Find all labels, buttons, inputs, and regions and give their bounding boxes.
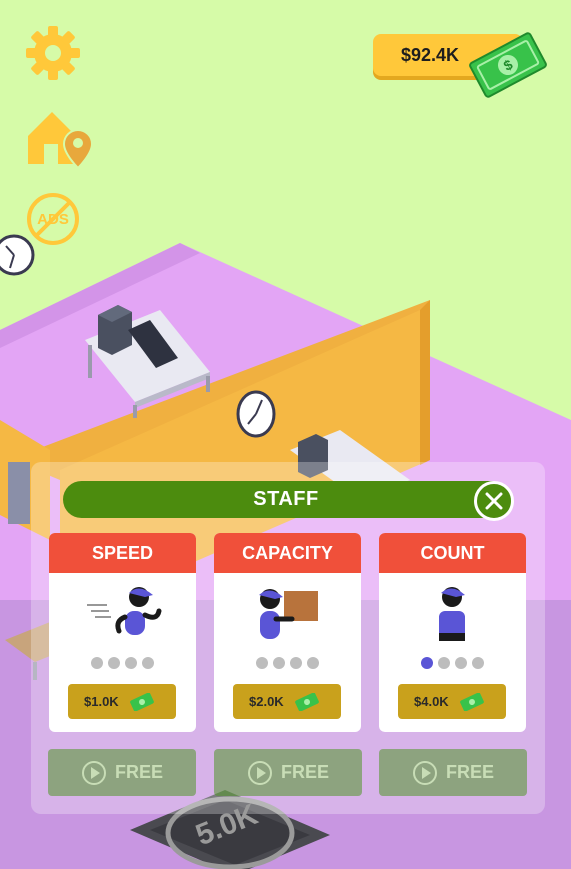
free-speed-button[interactable]: FREE: [48, 749, 196, 796]
close-icon: [485, 492, 503, 510]
panel-title: STAFF: [253, 488, 319, 510]
buy-speed-button[interactable]: $1.0K: [68, 684, 176, 719]
level-dot: [273, 657, 285, 669]
free-label: FREE: [445, 762, 494, 782]
standing-worker-icon: [439, 587, 465, 641]
level-dot: [307, 657, 319, 669]
level-dots: [379, 657, 526, 669]
free-label: FREE: [114, 762, 163, 782]
speed-upgrade-card: SPEED $1.0K: [49, 533, 196, 732]
level-dot: [256, 657, 268, 669]
play-video-icon: [247, 760, 272, 785]
card-title: SPEED: [49, 533, 196, 573]
close-button[interactable]: [474, 481, 514, 521]
count-upgrade-card: COUNT $4.0K: [379, 533, 526, 732]
ads-label: ADS: [37, 211, 69, 228]
price-label: $2.0K: [249, 694, 284, 709]
settings-gear-icon[interactable]: [24, 24, 82, 82]
level-dot: [125, 657, 137, 669]
carrying-box-worker-icon: [259, 589, 318, 639]
free-capacity-button[interactable]: FREE: [214, 749, 362, 796]
no-ads-icon[interactable]: ADS: [24, 190, 82, 248]
free-label: FREE: [280, 762, 329, 782]
level-dots: [214, 657, 361, 669]
price-label: $4.0K: [414, 694, 449, 709]
level-dot: [455, 657, 467, 669]
card-title: COUNT: [379, 533, 526, 573]
running-worker-icon: [87, 587, 162, 635]
play-video-icon: [81, 760, 106, 785]
level-dot: [290, 657, 302, 669]
card-title: CAPACITY: [214, 533, 361, 573]
capacity-upgrade-card: CAPACITY $2.0K: [214, 533, 361, 732]
level-dot: [91, 657, 103, 669]
free-count-button[interactable]: FREE: [379, 749, 527, 796]
price-label: $1.0K: [84, 694, 119, 709]
cash-bill-icon: $: [468, 30, 548, 100]
buy-count-button[interactable]: $4.0K: [398, 684, 506, 719]
cash-icon: [460, 693, 484, 711]
home-location-icon[interactable]: [24, 108, 96, 170]
level-dot: [472, 657, 484, 669]
buy-capacity-button[interactable]: $2.0K: [233, 684, 341, 719]
level-dot: [142, 657, 154, 669]
play-video-icon: [412, 760, 437, 785]
staff-title-bar: STAFF: [63, 481, 509, 518]
level-dot: [108, 657, 120, 669]
level-dots: [49, 657, 196, 669]
level-dot: [438, 657, 450, 669]
cash-icon: [130, 693, 154, 711]
cash-icon: [295, 693, 319, 711]
money-value: $92.4K: [401, 44, 460, 65]
level-dot: [421, 657, 433, 669]
